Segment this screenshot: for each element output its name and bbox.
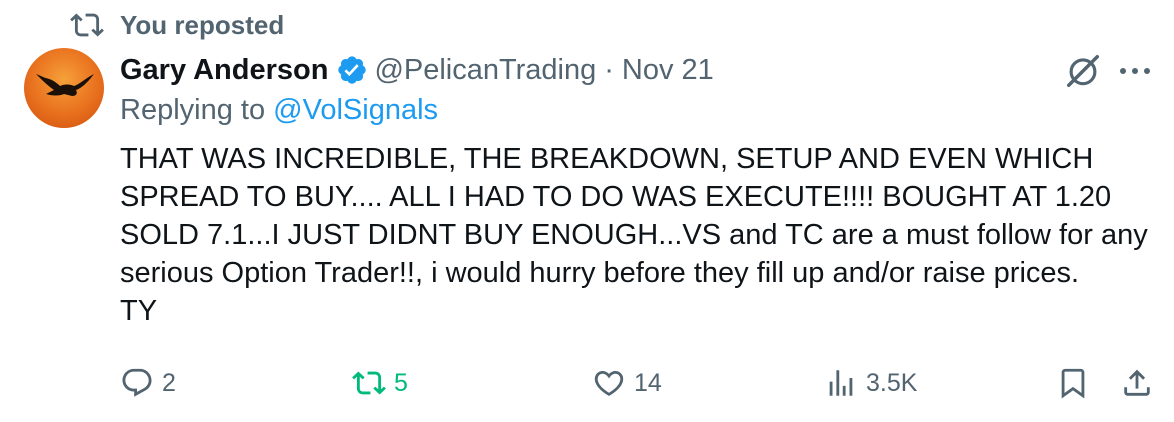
tweet-text-line: TY (120, 295, 158, 327)
action-bar: 2 5 14 3.5K (0, 358, 1174, 408)
tweet-text-line: SOLD 7.1...I JUST DIDNT BUY ENOUGH...VS … (120, 219, 1148, 251)
tweet-text-line: THAT WAS INCREDIBLE, THE BREAKDOWN, SETU… (120, 143, 1094, 175)
tweet-text-line: SPREAD TO BUY.... ALL I HAD TO DO WAS EX… (120, 181, 1112, 213)
more-icon[interactable] (1114, 58, 1156, 84)
retweet-button[interactable]: 5 (352, 358, 408, 408)
bookmark-button[interactable] (1056, 358, 1098, 408)
grok-icon[interactable] (1064, 52, 1102, 90)
repost-banner: You reposted (70, 8, 284, 42)
repost-icon (70, 13, 104, 37)
repost-banner-text: You reposted (120, 9, 285, 40)
tweet-header: Gary Anderson @PelicanTrading · Nov 21 (120, 50, 714, 90)
author-handle[interactable]: @PelicanTrading (374, 54, 596, 87)
reply-icon (122, 368, 152, 397)
author-name[interactable]: Gary Anderson (120, 54, 328, 87)
bookmark-icon (1061, 368, 1085, 399)
views-icon (829, 370, 853, 396)
views-button[interactable]: 3.5K (824, 358, 917, 408)
heart-icon (594, 370, 624, 396)
replying-to-prefix: Replying to (120, 94, 266, 126)
share-button[interactable] (1120, 358, 1162, 408)
reply-button[interactable]: 2 (120, 358, 176, 408)
retweet-count: 5 (394, 368, 408, 397)
tweet-text-line: serious Option Trader!!, i would hurry b… (120, 257, 1080, 289)
retweet-icon (352, 371, 386, 395)
pelican-avatar[interactable] (24, 48, 104, 128)
tweet-date[interactable]: Nov 21 (622, 54, 714, 87)
reply-count: 2 (162, 368, 176, 397)
replying-to-handle[interactable]: @VolSignals (273, 94, 438, 126)
verified-badge-icon[interactable] (336, 54, 368, 86)
tweet-text: THAT WAS INCREDIBLE, THE BREAKDOWN, SETU… (120, 140, 1160, 330)
share-icon (1124, 369, 1150, 396)
replying-to: Replying to @VolSignals (120, 94, 438, 127)
separator-dot: · (604, 53, 614, 86)
like-count: 14 (634, 368, 662, 397)
like-button[interactable]: 14 (592, 358, 662, 408)
views-count: 3.5K (866, 368, 918, 397)
